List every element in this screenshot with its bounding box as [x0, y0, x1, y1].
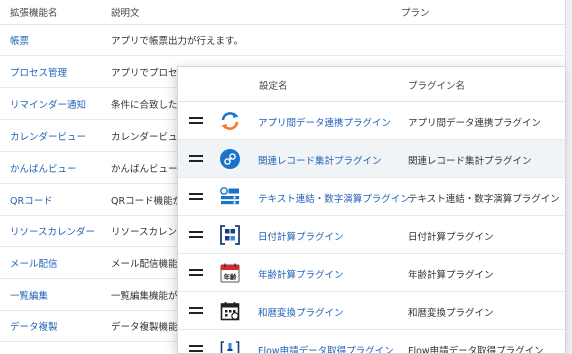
extension-link[interactable]: QRコード	[10, 193, 53, 207]
link-icon	[220, 149, 240, 169]
extension-description: カレンダービュー	[111, 132, 188, 143]
plugin-row: アプリ間データ連携プラグイン アプリ間データ連携プラグイン	[178, 102, 565, 140]
plugin-table-header: 設定名 プラグイン名	[178, 67, 565, 102]
column-header-plan: プラン	[401, 8, 430, 19]
extension-link[interactable]: 帳票	[10, 33, 29, 47]
extension-description: アプリで帳票出力が行えます。	[111, 36, 244, 47]
drag-handle-icon[interactable]	[189, 307, 203, 315]
extension-description: かんばんビューを	[111, 164, 188, 175]
plugin-name: アプリ間データ連携プラグイン	[408, 118, 542, 129]
drag-handle-icon[interactable]	[189, 231, 203, 239]
age-badge-text: 年齢	[224, 272, 238, 281]
drag-handle-icon[interactable]	[189, 269, 203, 277]
drag-handle-icon[interactable]	[189, 155, 203, 163]
plugin-row: 和暦変換プラグイン 和暦変換プラグイン	[178, 292, 565, 330]
extension-link[interactable]: リソースカレンダー	[10, 224, 95, 238]
plugin-name: 和暦変換プラグイン	[408, 308, 494, 319]
plugin-setting-link[interactable]: 和暦変換プラグイン	[258, 305, 344, 319]
plugin-setting-link[interactable]: 年齢計算プラグイン	[258, 267, 344, 281]
extension-link[interactable]: 一覧編集	[10, 288, 48, 302]
column-header-description: 説明文	[111, 8, 140, 19]
drag-handle-icon[interactable]	[189, 193, 203, 201]
extension-link[interactable]: リマインダー通知	[10, 97, 86, 111]
plugin-name: テキスト連結・数字演算プラグイン	[408, 194, 560, 205]
extension-description: QRコード機能が	[111, 196, 183, 207]
drag-handle-icon[interactable]	[189, 345, 203, 353]
date-calc-icon	[220, 225, 240, 245]
extension-link[interactable]: メール配信	[10, 256, 58, 270]
extension-description: 一覧編集機能が使	[111, 291, 188, 302]
plugin-name: 日付計算プラグイン	[408, 232, 494, 243]
plugin-name: 年齢計算プラグイン	[408, 270, 494, 281]
extension-link[interactable]: かんばんビュー	[10, 161, 77, 175]
plugin-row: 日付計算プラグイン 日付計算プラグイン	[178, 216, 565, 254]
screen: 拡張機能名 説明文 プラン 帳票 アプリで帳票出力が行えます。 プロセス管理 ア…	[0, 0, 572, 354]
plugin-row: テキスト連結・数字演算プラグイン テキスト連結・数字演算プラグイン	[178, 178, 565, 216]
column-header-plugin-name: プラグイン名	[408, 81, 466, 92]
sync-icon	[221, 112, 239, 130]
plugin-setting-link[interactable]: 関連レコード集計プラグイン	[258, 153, 382, 167]
extension-description: アプリでプロセス	[111, 68, 188, 79]
plugin-setting-link[interactable]: アプリ間データ連携プラグイン	[258, 115, 391, 129]
plugin-setting-link[interactable]: 日付計算プラグイン	[258, 229, 344, 243]
extension-description: データ複製機能	[111, 322, 178, 333]
flow-icon	[220, 341, 240, 353]
plugin-row: Flow申請データ取得プラグイン Flow申請データ取得プラグイン	[178, 330, 565, 354]
plugin-row: 関連レコード集計プラグイン 関連レコード集計プラグイン	[178, 140, 565, 178]
plugin-list-popup: 設定名 プラグイン名 アプリ間データ連携プラグイン アプリ間データ連携プラグイン	[177, 66, 566, 354]
extension-link[interactable]: プロセス管理	[10, 65, 67, 79]
plugin-name: 関連レコード集計プラグイン	[408, 156, 532, 167]
plugin-row: 年齢 年齢計算プラグイン 年齢計算プラグイン	[178, 254, 565, 292]
extension-link[interactable]: カレンダービュー	[10, 129, 86, 143]
extension-link[interactable]: データ複製	[10, 319, 58, 333]
plugin-setting-link[interactable]: テキスト連結・数字演算プラグイン	[258, 191, 410, 205]
column-header-extension-name: 拡張機能名	[10, 8, 58, 19]
plugin-setting-link[interactable]: Flow申請データ取得プラグイン	[258, 343, 394, 353]
age-calendar-icon: 年齢	[220, 263, 240, 283]
calculator-icon	[220, 187, 239, 205]
column-header-setting-name: 設定名	[259, 81, 288, 92]
extension-description: リソースカレンダ	[111, 227, 187, 238]
drag-handle-icon[interactable]	[189, 117, 203, 125]
extensions-table-header: 拡張機能名 説明文 プラン	[0, 0, 565, 25]
table-row: 帳票 アプリで帳票出力が行えます。	[0, 25, 566, 56]
extension-description: メール配信機能が	[111, 259, 188, 270]
extension-description: 条件に合致したタ	[111, 100, 188, 111]
calendar-icon	[220, 302, 240, 321]
plugin-name: Flow申請データ取得プラグイン	[408, 346, 544, 354]
